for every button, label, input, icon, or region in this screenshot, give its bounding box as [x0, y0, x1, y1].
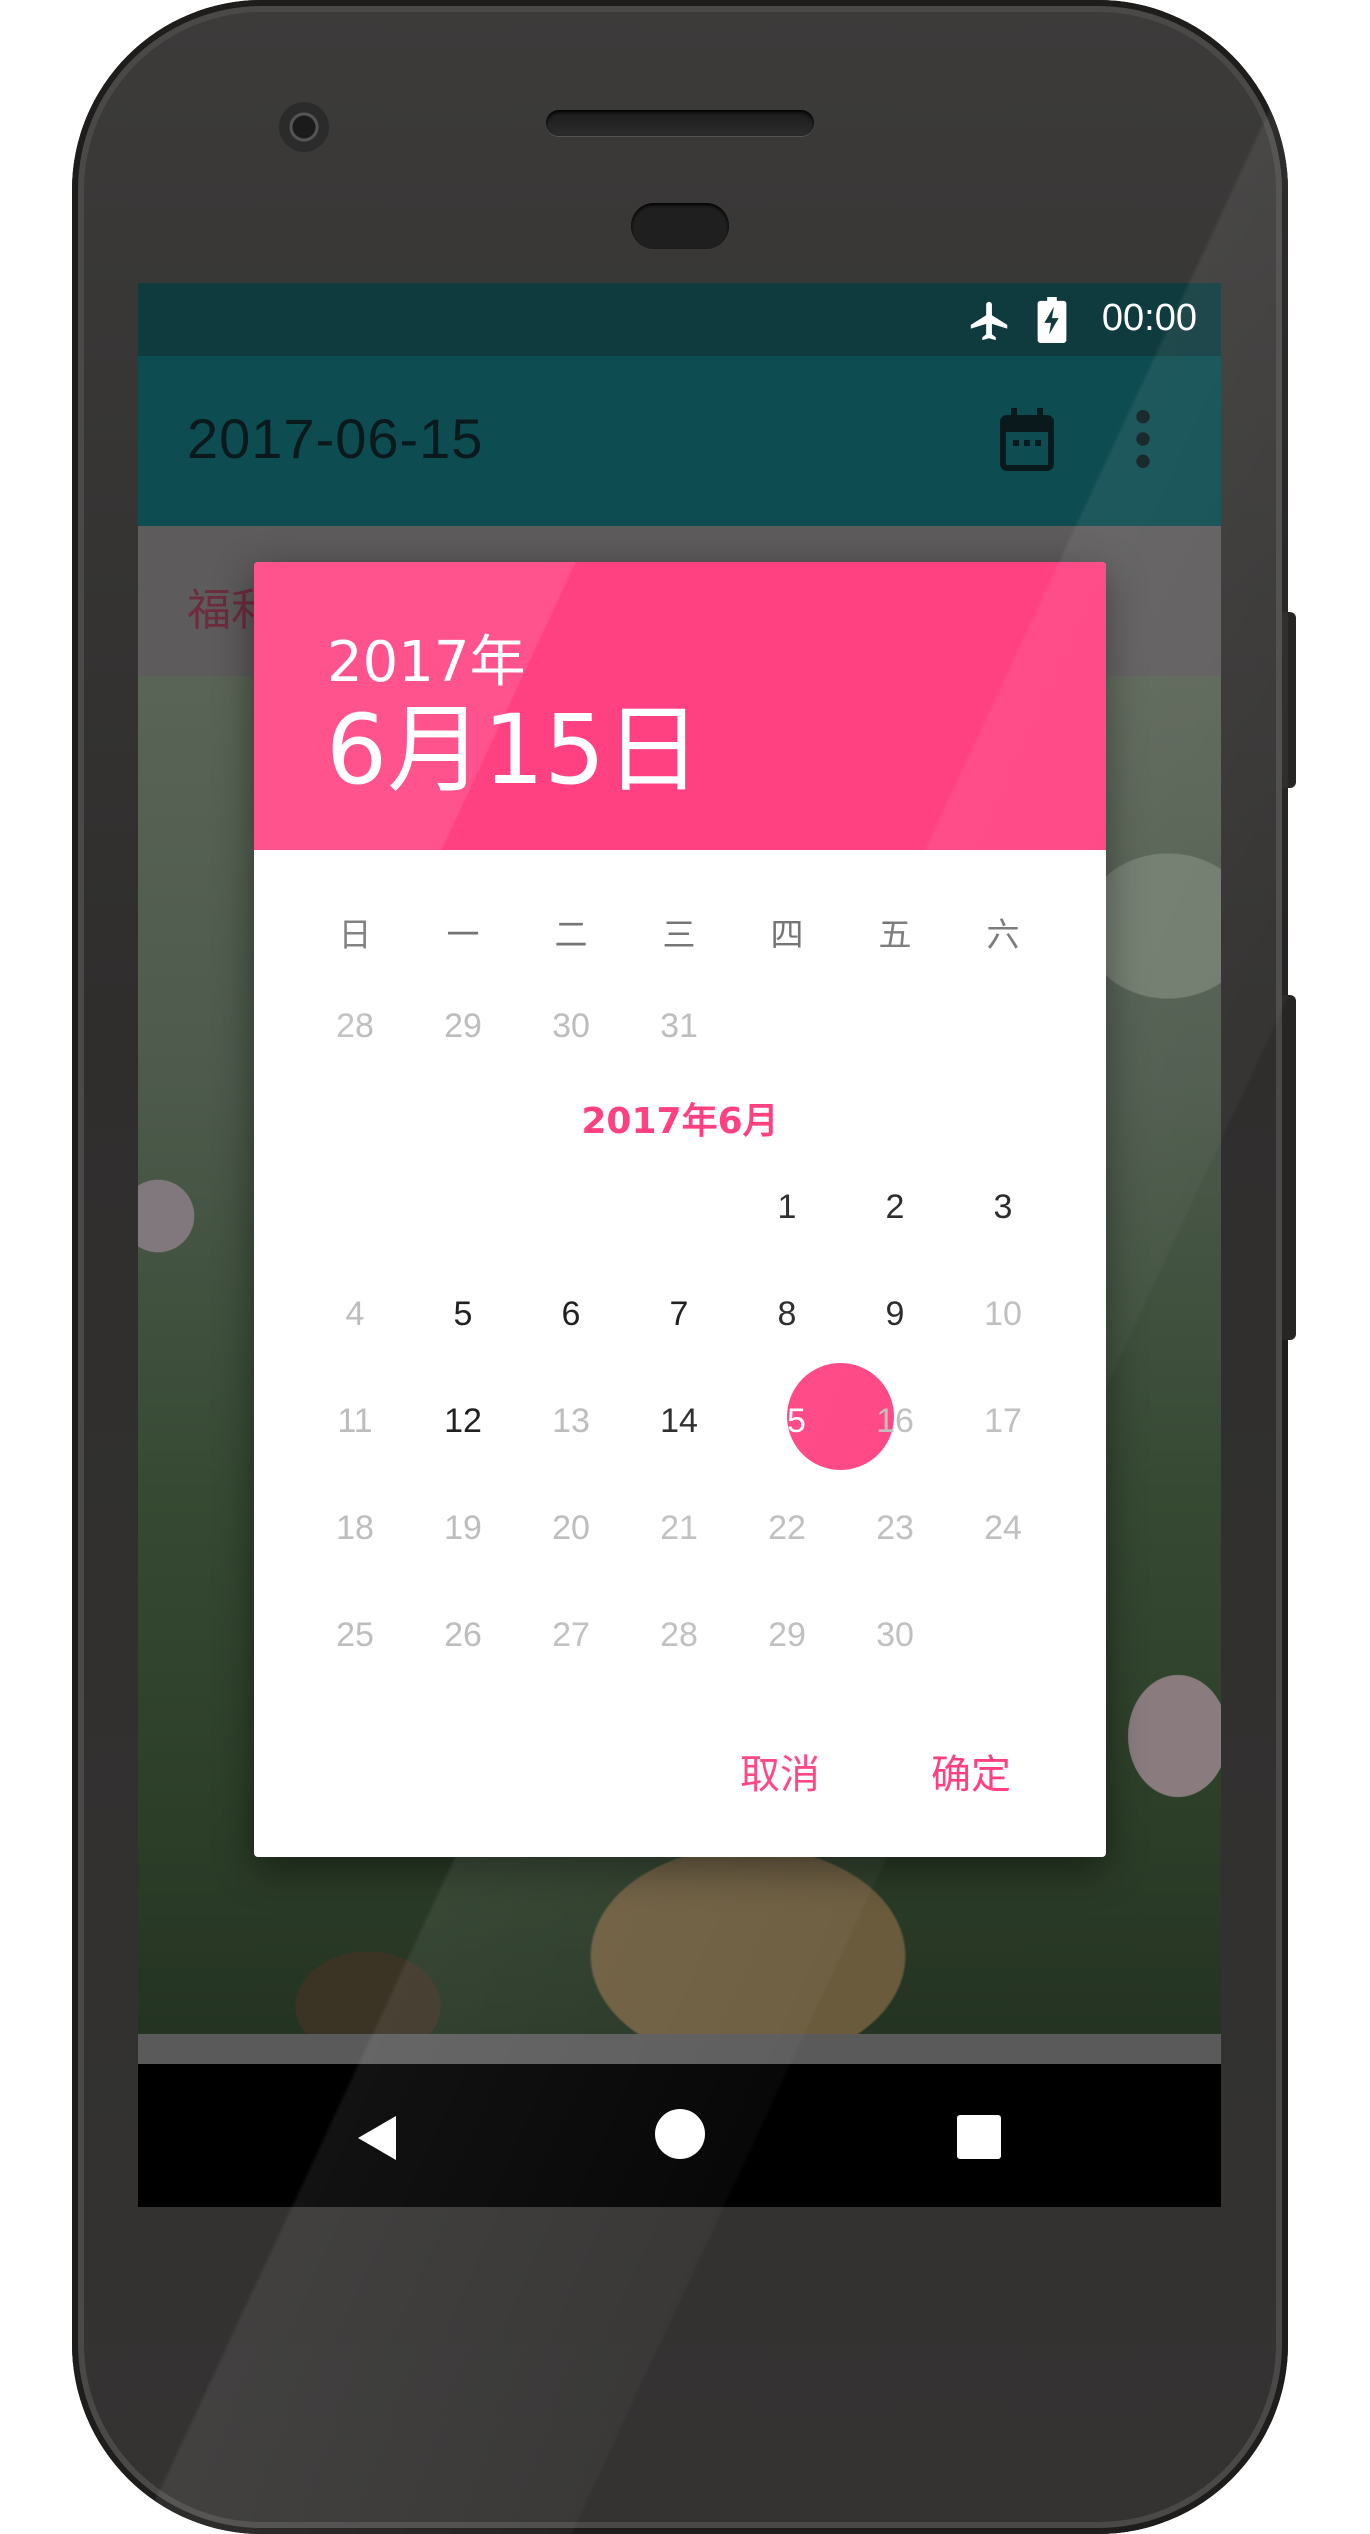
- weekday-label: 日: [338, 915, 372, 954]
- calendar-day[interactable]: 7: [639, 1294, 719, 1334]
- navigation-bar: [138, 2064, 1221, 2207]
- weekday-label: 六: [986, 915, 1020, 954]
- calendar-day: 26: [444, 1616, 482, 1654]
- calendar-day: 28: [660, 1616, 698, 1654]
- earpiece-speaker: [546, 110, 814, 136]
- calendar-day: 20: [552, 1509, 590, 1547]
- calendar-day: 19: [444, 1509, 482, 1547]
- selected-year[interactable]: 2017年: [327, 617, 526, 698]
- calendar-day: 22: [768, 1509, 806, 1547]
- calendar-day: 23: [876, 1509, 914, 1547]
- calendar-day: 30: [876, 1616, 914, 1654]
- calendar-day[interactable]: 9: [855, 1294, 935, 1334]
- calendar-day: 13: [552, 1402, 590, 1440]
- calendar-day[interactable]: 14: [639, 1401, 719, 1441]
- calendar-day[interactable]: 3: [963, 1187, 1043, 1227]
- calendar-day[interactable]: 1: [747, 1187, 827, 1227]
- weekday-label: 五: [878, 915, 912, 954]
- volume-button: [1282, 995, 1296, 1340]
- power-button: [1282, 612, 1296, 788]
- calendar-day: 25: [336, 1616, 374, 1654]
- weekday-label: 三: [662, 915, 696, 954]
- calendar-day[interactable]: 2: [855, 1187, 935, 1227]
- front-camera: [279, 102, 329, 152]
- confirm-button[interactable]: 确定: [931, 1742, 1011, 1800]
- date-picker-header: 2017年 6月15日: [254, 562, 1106, 850]
- calendar-day: 17: [984, 1402, 1022, 1440]
- back-icon[interactable]: [356, 2114, 398, 2162]
- recents-icon[interactable]: [957, 2115, 1001, 2159]
- calendar-day: 4: [345, 1295, 365, 1333]
- previous-month-day: 30: [552, 1007, 590, 1045]
- weekday-label: 二: [554, 915, 588, 954]
- calendar-day: 27: [552, 1616, 590, 1654]
- proximity-sensor: [631, 203, 729, 249]
- calendar-day: 29: [768, 1616, 806, 1654]
- calendar-day-selected[interactable]: 15: [747, 1401, 827, 1441]
- calendar-day[interactable]: 5: [423, 1294, 503, 1334]
- selected-date[interactable]: 6月15日: [326, 702, 701, 798]
- weekday-label: 四: [770, 915, 804, 954]
- calendar-day: 16: [876, 1402, 914, 1440]
- calendar-day: 24: [984, 1509, 1022, 1547]
- calendar-day: 10: [984, 1295, 1022, 1333]
- calendar-day[interactable]: 6: [531, 1294, 611, 1334]
- calendar-day: 21: [660, 1509, 698, 1547]
- calendar-day: 18: [336, 1509, 374, 1547]
- home-icon[interactable]: [655, 2109, 705, 2159]
- previous-month-day: 29: [444, 1007, 482, 1045]
- month-label: 2017年6月: [581, 1101, 779, 1142]
- calendar-day[interactable]: 12: [423, 1401, 503, 1441]
- cancel-button[interactable]: 取消: [740, 1742, 820, 1800]
- calendar-day: 11: [337, 1402, 373, 1440]
- previous-month-day: 31: [660, 1007, 698, 1045]
- date-picker-dialog: 2017年 6月15日 日一二三四五六 28 29 30 31 2017年6月 123…: [254, 562, 1106, 1857]
- calendar-day[interactable]: 8: [747, 1294, 827, 1334]
- weekday-label: 一: [446, 915, 480, 954]
- previous-month-day: 28: [336, 1007, 374, 1045]
